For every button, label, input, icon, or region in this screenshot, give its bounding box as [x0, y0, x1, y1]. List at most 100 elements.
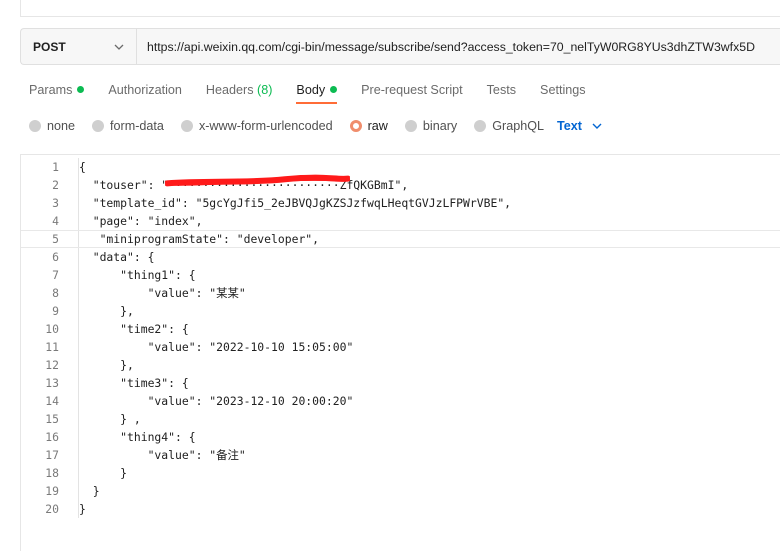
- tab-headers[interactable]: Headers (8): [206, 83, 273, 97]
- radio-label: raw: [367, 119, 388, 133]
- line-number: 5: [52, 232, 59, 246]
- code-text: {: [78, 158, 86, 176]
- line-number: 6: [52, 250, 59, 264]
- code-text: "value": "某某": [78, 284, 246, 302]
- code-line[interactable]: 15 } ,: [21, 410, 780, 428]
- method-select[interactable]: POST: [21, 29, 137, 64]
- radio-x-www-form-urlencoded[interactable]: x-www-form-urlencoded: [180, 119, 333, 133]
- line-number: 14: [45, 394, 59, 408]
- code-line[interactable]: 5 "miniprogramState": "developer",: [21, 230, 780, 248]
- line-number: 19: [45, 484, 59, 498]
- headers-count-badge: (8): [257, 83, 273, 97]
- tab-body[interactable]: Body: [296, 83, 338, 104]
- code-line[interactable]: 9 },: [21, 302, 780, 320]
- code-text: "time2": {: [78, 320, 189, 338]
- code-line[interactable]: 20}: [21, 500, 780, 518]
- code-line[interactable]: 19 }: [21, 482, 780, 500]
- code-line[interactable]: 1{: [21, 158, 780, 176]
- radio-raw[interactable]: raw: [349, 119, 388, 133]
- code-line[interactable]: 11 "value": "2022-10-10 15:05:00": [21, 338, 780, 356]
- format-label: Text: [557, 119, 582, 133]
- radio-label: binary: [422, 119, 458, 133]
- radio-binary[interactable]: binary: [404, 119, 458, 133]
- code-line[interactable]: 3 "template_id": "5gcYgJfi5_2eJBVQJgKZSJ…: [21, 194, 780, 212]
- line-number: 18: [45, 466, 59, 480]
- tab-label: Pre-request Script: [361, 83, 463, 97]
- code-text: }: [78, 500, 86, 518]
- tab-label: Params: [29, 83, 73, 97]
- request-bar: POST https://api.weixin.qq.com/cgi-bin/m…: [20, 28, 780, 65]
- code-text: },: [78, 302, 134, 320]
- code-line[interactable]: 13 "time3": {: [21, 374, 780, 392]
- tab-settings[interactable]: Settings: [540, 83, 586, 97]
- radio-label: GraphQL: [492, 119, 545, 133]
- code-text: }: [78, 482, 100, 500]
- code-line[interactable]: 6 "data": {: [21, 248, 780, 266]
- line-number: 4: [52, 214, 59, 228]
- previous-panel-edge: [20, 0, 780, 17]
- radio-none[interactable]: none: [29, 119, 75, 133]
- code-line[interactable]: 14 "value": "2023-12-10 20:00:20": [21, 392, 780, 410]
- tab-pre-request-script[interactable]: Pre-request Script: [361, 83, 463, 97]
- line-number: 1: [52, 160, 59, 174]
- line-number: 7: [52, 268, 59, 282]
- radio-label: form-data: [110, 119, 164, 133]
- code-text: "value": "备注": [78, 446, 246, 464]
- tab-authorization[interactable]: Authorization: [108, 83, 182, 97]
- code-line[interactable]: 4 "page": "index",: [21, 212, 780, 230]
- code-line[interactable]: 10 "time2": {: [21, 320, 780, 338]
- line-number: 12: [45, 358, 59, 372]
- tab-params[interactable]: Params: [29, 83, 85, 97]
- tab-label: Settings: [540, 83, 586, 97]
- code-text: "page": "index",: [78, 212, 203, 230]
- code-text: }: [78, 464, 128, 482]
- line-number: 17: [45, 448, 59, 462]
- code-line[interactable]: 8 "value": "某某": [21, 284, 780, 302]
- code-line[interactable]: 7 "thing1": {: [21, 266, 780, 284]
- code-text: },: [78, 356, 134, 374]
- radio-icon: [474, 120, 487, 132]
- radio-label: none: [47, 119, 76, 133]
- method-label: POST: [33, 39, 66, 54]
- line-number: 8: [52, 286, 59, 300]
- radio-icon: [29, 120, 41, 132]
- line-number: 9: [52, 304, 59, 318]
- code-text: "value": "2022-10-10 15:05:00": [78, 338, 354, 356]
- editor-lines: 1{2 "touser": "·························…: [21, 158, 780, 518]
- chevron-down-icon: [114, 44, 124, 50]
- radio-graphql[interactable]: GraphQL: [474, 119, 544, 133]
- radio-form-data[interactable]: form-data: [92, 119, 164, 133]
- code-editor[interactable]: 1{2 "touser": "·························…: [20, 154, 780, 551]
- radio-icon: [92, 120, 105, 132]
- format-select[interactable]: Text: [557, 119, 602, 133]
- line-number: 2: [52, 178, 59, 192]
- line-number: 16: [45, 430, 59, 444]
- code-line[interactable]: 2 "touser": "·························Zf…: [21, 176, 780, 194]
- status-dot: [330, 86, 338, 93]
- tab-label: Tests: [486, 83, 517, 97]
- line-number: 13: [45, 376, 59, 390]
- code-line[interactable]: 16 "thing4": {: [21, 428, 780, 446]
- radio-selected-icon: [349, 120, 362, 132]
- tab-label: Authorization: [108, 83, 182, 97]
- line-number: 3: [52, 196, 59, 210]
- code-text: "value": "2023-12-10 20:00:20": [78, 392, 354, 410]
- tab-label: Headers: [205, 83, 254, 97]
- url-input[interactable]: https://api.weixin.qq.com/cgi-bin/messag…: [137, 40, 780, 54]
- code-line[interactable]: 18 }: [21, 464, 780, 482]
- tab-tests[interactable]: Tests: [487, 83, 516, 97]
- line-number: 11: [45, 340, 59, 354]
- code-text: "data": {: [78, 248, 155, 266]
- code-text: "template_id": "5gcYgJfi5_2eJBVQJgKZSJzf…: [78, 194, 512, 212]
- code-line[interactable]: 17 "value": "备注": [21, 446, 780, 464]
- line-number: 10: [45, 322, 59, 336]
- code-text: "thing4": {: [78, 428, 196, 446]
- radio-label: x-www-form-urlencoded: [198, 119, 333, 133]
- code-text: "time3": {: [78, 374, 189, 392]
- request-tabs: Params Authorization Headers (8) Body Pr…: [29, 80, 610, 104]
- code-line[interactable]: 12 },: [21, 356, 780, 374]
- code-text: "miniprogramState": "developer",: [78, 231, 320, 247]
- code-text: "thing1": {: [78, 266, 196, 284]
- tab-label: Body: [296, 83, 326, 97]
- code-text: } ,: [78, 410, 141, 428]
